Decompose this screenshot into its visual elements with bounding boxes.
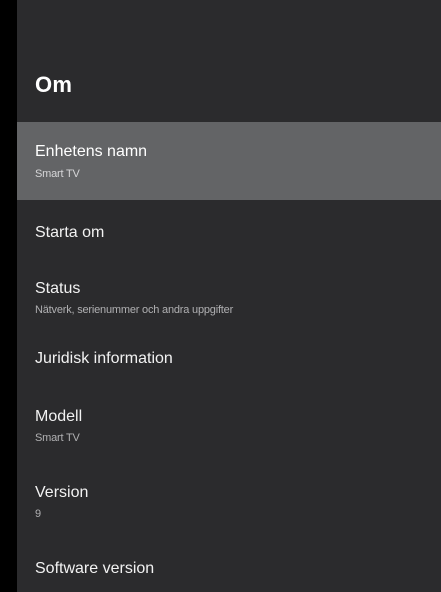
list-item-restart[interactable]: Starta om — [17, 200, 441, 264]
list-item-sublabel: Nätverk, serienummer och andra uppgifter — [35, 304, 234, 316]
list-item-model[interactable]: Modell Smart TV — [17, 398, 441, 474]
page-title: Om — [35, 72, 73, 97]
list-item-label: Status — [35, 280, 81, 297]
settings-panel: Om Enhetens namn Smart TV Starta om Stat… — [17, 0, 441, 592]
list-item-label: Software version — [35, 560, 155, 577]
settings-list: Enhetens namn Smart TV Starta om Status … — [17, 122, 441, 590]
list-item-label: Juridisk information — [35, 350, 173, 367]
list-item-label: Version — [35, 484, 89, 501]
list-item-label: Starta om — [35, 224, 105, 241]
list-item-status[interactable]: Status Nätverk, serienummer och andra up… — [17, 264, 441, 334]
list-item-legal-information[interactable]: Juridisk information — [17, 334, 441, 398]
list-item-sublabel: 9 — [35, 508, 41, 520]
list-item-sublabel: Smart TV — [35, 432, 80, 444]
list-item-label: Modell — [35, 408, 83, 425]
list-item-device-name[interactable]: Enhetens namn Smart TV — [17, 122, 441, 200]
list-item-label: Enhetens namn — [35, 143, 148, 160]
list-item-software-version[interactable]: Software version — [17, 550, 441, 590]
list-item-version[interactable]: Version 9 — [17, 474, 441, 550]
list-item-sublabel: Smart TV — [35, 168, 80, 180]
panel-header: Om — [17, 0, 441, 122]
